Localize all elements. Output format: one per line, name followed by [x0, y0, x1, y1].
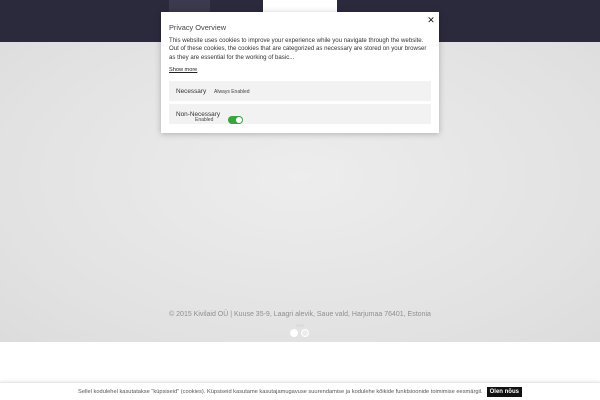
privacy-modal: Privacy Overview ✕ This website uses coo…	[161, 12, 439, 133]
pref-status-necessary: Always Enabled	[214, 89, 250, 95]
pref-status-non-necessary: Enabled	[195, 117, 214, 123]
pref-row-necessary[interactable]: Necessary Always Enabled	[169, 81, 431, 101]
pref-name-necessary: Necessary	[176, 88, 207, 95]
modal-description: This website uses cookies to improve you…	[169, 37, 427, 61]
pref-row-non-necessary[interactable]: Non-Necessary Enabled	[169, 104, 431, 124]
show-more-link[interactable]: Show more	[169, 67, 197, 73]
modal-title: Privacy Overview	[169, 23, 227, 32]
toggle-knob	[236, 117, 242, 123]
close-icon[interactable]: ✕	[425, 15, 437, 27]
non-necessary-toggle[interactable]	[228, 116, 243, 124]
